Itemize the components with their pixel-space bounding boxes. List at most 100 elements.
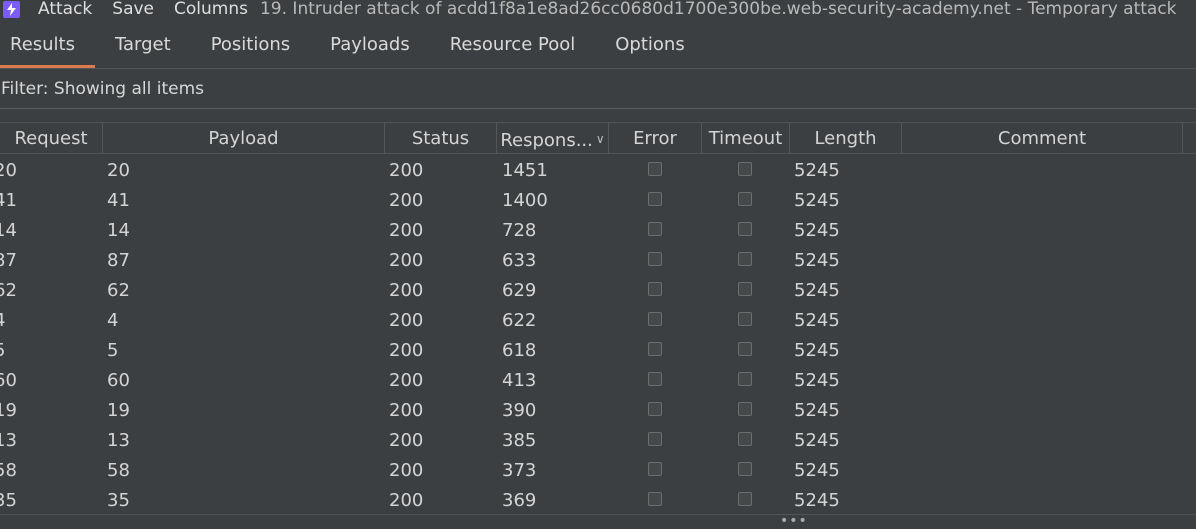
cell-length: 5245 (794, 340, 840, 361)
cell-payload: 19 (107, 400, 130, 421)
column-header-label: Payload (208, 128, 279, 149)
error-checkbox (648, 222, 662, 236)
cell-length: 5245 (794, 220, 840, 241)
error-checkbox (648, 282, 662, 296)
tab-target[interactable]: Target (95, 22, 191, 68)
tab-payloads[interactable]: Payloads (310, 22, 430, 68)
column-header-response[interactable]: Respons... ∨ (497, 123, 609, 153)
cell-response: 1451 (502, 160, 548, 181)
tab-resource-pool[interactable]: Resource Pool (430, 22, 596, 68)
error-checkbox (648, 312, 662, 326)
cell-payload: 13 (107, 430, 130, 451)
cell-payload: 41 (107, 190, 130, 211)
table-row[interactable]: 20 20 200 1451 5245 (0, 154, 1196, 184)
error-checkbox (648, 492, 662, 506)
column-header-request[interactable]: Request (0, 123, 103, 153)
cell-request: 4 (0, 304, 5, 334)
cell-payload: 5 (107, 340, 119, 361)
cell-request: 35 (0, 490, 17, 511)
cell-response: 390 (502, 400, 537, 421)
resize-grip-icon[interactable]: ••• (780, 513, 808, 529)
cell-status: 200 (389, 250, 424, 271)
cell-status: 200 (389, 340, 424, 361)
cell-length: 5245 (794, 400, 840, 421)
window-title: 19. Intruder attack of acdd1f8a1e8ad26cc… (259, 0, 1177, 19)
column-header-error[interactable]: Error (609, 123, 702, 153)
timeout-checkbox (738, 342, 752, 356)
column-header-comment[interactable]: Comment (902, 123, 1183, 153)
timeout-checkbox (738, 252, 752, 266)
error-checkbox (648, 162, 662, 176)
table-row[interactable]: 87 87 200 633 5245 (0, 244, 1196, 274)
timeout-checkbox (738, 282, 752, 296)
table-row[interactable]: 13 13 200 385 5245 (0, 424, 1196, 454)
cell-status: 200 (389, 280, 424, 301)
timeout-checkbox (738, 162, 752, 176)
cell-status: 200 (389, 160, 424, 181)
cell-response: 728 (502, 220, 537, 241)
cell-length: 5245 (794, 490, 840, 511)
cell-response: 373 (502, 460, 537, 481)
cell-status: 200 (389, 370, 424, 391)
menu-columns[interactable]: Columns (174, 0, 248, 19)
error-checkbox (648, 192, 662, 206)
menu-attack[interactable]: Attack (38, 0, 92, 19)
column-header-label: Length (814, 128, 877, 149)
cell-response: 633 (502, 250, 537, 271)
menu-save[interactable]: Save (112, 0, 154, 19)
cell-payload: 20 (107, 160, 130, 181)
cell-status: 200 (389, 400, 424, 421)
cell-request: 14 (0, 220, 17, 241)
timeout-checkbox (738, 492, 752, 506)
tab-bar: Results Target Positions Payloads Resour… (0, 22, 1196, 68)
cell-payload: 60 (107, 370, 130, 391)
table-row[interactable]: 5 5 200 618 5245 (0, 334, 1196, 364)
timeout-checkbox (738, 312, 752, 326)
burp-lightning-icon (3, 0, 20, 18)
bottom-splitter[interactable]: ••• (0, 513, 1196, 529)
tab-results[interactable]: Results (0, 22, 95, 68)
menu-bar: Attack Save Columns 19. Intruder attack … (0, 0, 1196, 22)
column-header-label: Error (633, 128, 677, 149)
cell-payload: 87 (107, 250, 130, 271)
filter-label: Filter: Showing all items (1, 78, 205, 99)
cell-status: 200 (389, 490, 424, 511)
table-row[interactable]: 14 14 200 728 5245 (0, 214, 1196, 244)
spacer (0, 110, 1196, 122)
tab-options[interactable]: Options (595, 22, 704, 68)
tab-positions[interactable]: Positions (191, 22, 310, 68)
cell-request: 60 (0, 370, 17, 391)
cell-request: 58 (0, 460, 17, 481)
table-row[interactable]: 62 62 200 629 5245 (0, 274, 1196, 304)
cell-request: 62 (0, 280, 17, 301)
timeout-checkbox (738, 372, 752, 386)
filter-bar[interactable]: Filter: Showing all items (0, 69, 1196, 109)
table-row[interactable]: 60 60 200 413 5245 (0, 364, 1196, 394)
table-row[interactable]: 58 58 200 373 5245 (0, 454, 1196, 484)
cell-length: 5245 (794, 160, 840, 181)
cell-request: 41 (0, 190, 17, 211)
cell-length: 5245 (794, 370, 840, 391)
cell-status: 200 (389, 310, 424, 331)
table-row[interactable]: 41 41 200 1400 5245 (0, 184, 1196, 214)
timeout-checkbox (738, 192, 752, 206)
error-checkbox (648, 462, 662, 476)
cell-status: 200 (389, 220, 424, 241)
column-header-label: Timeout (708, 128, 783, 149)
cell-response: 369 (502, 490, 537, 511)
cell-request: 19 (0, 400, 17, 421)
table-row[interactable]: 35 35 200 369 5245 (0, 484, 1196, 514)
column-header-length[interactable]: Length (790, 123, 902, 153)
column-header-timeout[interactable]: Timeout (702, 123, 790, 153)
column-header-status[interactable]: Status (385, 123, 497, 153)
cell-response: 622 (502, 310, 537, 331)
column-header-payload[interactable]: Payload (103, 123, 385, 153)
cell-payload: 58 (107, 460, 130, 481)
cell-length: 5245 (794, 190, 840, 211)
cell-response: 1400 (502, 190, 548, 211)
results-table[interactable]: 20 20 200 1451 5245 41 41 200 1400 5245 14 14 200 728… (0, 154, 1196, 514)
cell-payload: 35 (107, 490, 130, 511)
cell-payload: 62 (107, 280, 130, 301)
table-row[interactable]: 4 4 200 622 5245 (0, 304, 1196, 334)
table-row[interactable]: 19 19 200 390 5245 (0, 394, 1196, 424)
